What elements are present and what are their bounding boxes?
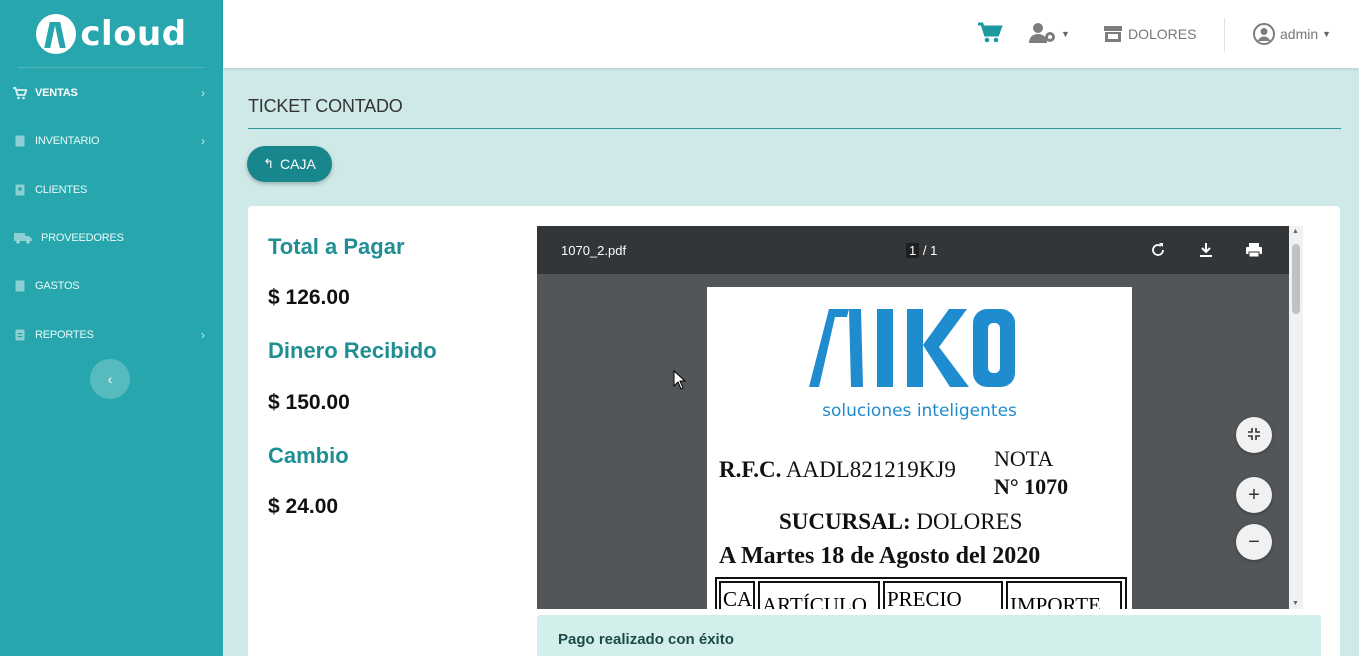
sucursal-label: SUCURSAL:	[779, 509, 911, 534]
fit-page-button[interactable]	[1236, 417, 1272, 453]
pdf-page: soluciones inteligentes R.F.C. AADL82121…	[707, 287, 1132, 609]
branch-selector[interactable]: DOLORES	[1103, 0, 1196, 68]
top-navbar: ▼ DOLORES admin ▼	[223, 0, 1359, 68]
truck-icon	[13, 232, 33, 245]
sidebar-collapse-button[interactable]: ‹	[90, 359, 130, 399]
received-value: $ 150.00	[268, 391, 350, 414]
scroll-up-icon[interactable]: ▲	[1292, 228, 1299, 235]
table-header-cell: ARTÍCULO	[758, 581, 880, 609]
sidebar-item-inventario[interactable]: INVENTARIO ›	[0, 117, 223, 165]
plus-icon: +	[1248, 483, 1260, 506]
sidebar-item-label: CLIENTES	[35, 183, 88, 196]
nota-label: NOTA	[994, 446, 1054, 471]
branch-label: DOLORES	[1128, 26, 1197, 42]
user-circle-icon	[1253, 23, 1275, 45]
sidebar-item-proveedores[interactable]: PROVEEDORES	[0, 214, 223, 262]
aiko-subtitle: soluciones inteligentes	[822, 401, 1017, 421]
pdf-viewer[interactable]: 1070_2.pdf 1 / 1 soluciones inteligentes…	[537, 226, 1303, 609]
chevron-down-icon: ▼	[1322, 29, 1332, 39]
sidebar-menu: VENTAS › INVENTARIO › CLIENTES PROVEEDOR…	[0, 69, 223, 359]
table-header-cell: IMPORTE	[1006, 581, 1122, 609]
table-header-cell: PRECIO	[883, 581, 1003, 609]
sidebar-item-label: REPORTES	[35, 328, 94, 341]
alert-message: Pago realizado con éxito	[558, 631, 734, 648]
change-value: $ 24.00	[268, 495, 339, 518]
chevron-right-icon: ›	[201, 86, 205, 101]
store-icon	[1103, 25, 1123, 43]
rfc-label: R.F.C.	[719, 457, 782, 482]
logo-icon	[36, 13, 77, 54]
mouse-cursor-icon	[673, 369, 687, 395]
scroll-thumb[interactable]	[1292, 244, 1300, 314]
sidebar-item-label: VENTAS	[35, 87, 78, 100]
download-icon[interactable]	[1196, 240, 1216, 260]
cart-icon	[13, 86, 27, 100]
zoom-out-button[interactable]: −	[1236, 524, 1272, 560]
title-divider	[248, 128, 1341, 129]
pdf-scrollbar[interactable]: ▲ ▼	[1289, 226, 1303, 609]
username: admin	[1280, 26, 1319, 42]
sucursal-value: DOLORES	[916, 509, 1023, 534]
cart-button[interactable]	[977, 0, 1003, 68]
rfc-value: AADL821219KJ9	[785, 457, 956, 482]
chevron-right-icon: ›	[201, 134, 205, 149]
aiko-logo	[809, 309, 1015, 387]
chevron-right-icon: ›	[201, 327, 205, 342]
app-logo[interactable]: cloud	[18, 0, 205, 68]
logo-text: cloud	[80, 13, 187, 54]
sidebar-item-clientes[interactable]: CLIENTES	[0, 166, 223, 214]
reply-arrow-icon: ↰	[263, 156, 275, 171]
users-menu[interactable]: ▼	[1029, 0, 1070, 68]
pdf-page-separator: /	[919, 243, 931, 258]
pdf-file-name: 1070_2.pdf	[561, 243, 627, 258]
sidebar-item-label: GASTOS	[35, 280, 80, 293]
user-cog-icon	[1029, 22, 1057, 47]
sidebar-item-label: INVENTARIO	[35, 135, 100, 148]
sucursal-line: SUCURSAL: DOLORES	[779, 509, 1022, 535]
rotate-icon[interactable]	[1148, 240, 1168, 260]
total-label: Total a Pagar	[268, 234, 405, 259]
back-button-label: CAJA	[280, 156, 316, 172]
print-icon[interactable]	[1244, 240, 1264, 260]
user-menu[interactable]: admin ▼	[1253, 0, 1331, 68]
sidebar-item-gastos[interactable]: GASTOS	[0, 262, 223, 310]
nota-number: N° 1070	[994, 474, 1069, 499]
sidebar-item-label: PROVEEDORES	[41, 232, 124, 245]
rfc-line: R.F.C. AADL821219KJ9	[719, 457, 956, 483]
report-icon	[13, 328, 27, 341]
document-icon	[13, 135, 27, 148]
zoom-in-button[interactable]: +	[1236, 477, 1272, 513]
pdf-page-total: 1	[930, 243, 938, 258]
pdf-page-current[interactable]: 1	[906, 243, 920, 258]
ticket-card: Total a Pagar $ 126.00 Dinero Recibido $…	[248, 206, 1340, 656]
scroll-down-icon[interactable]: ▼	[1292, 600, 1299, 607]
sidebar-item-reportes[interactable]: REPORTES ›	[0, 310, 223, 358]
pdf-toolbar: 1070_2.pdf 1 / 1	[537, 226, 1303, 274]
contact-card-icon	[13, 183, 27, 196]
total-value: $ 126.00	[268, 286, 350, 309]
navbar-divider	[1224, 18, 1225, 52]
chevron-left-icon: ‹	[107, 371, 113, 387]
cart-icon	[977, 22, 1003, 47]
received-label: Dinero Recibido	[268, 338, 437, 363]
back-to-caja-button[interactable]: ↰ CAJA	[247, 146, 332, 182]
success-alert: Pago realizado con éxito	[537, 615, 1321, 656]
chevron-down-icon: ▼	[1061, 29, 1070, 39]
minus-icon: −	[1248, 530, 1260, 553]
page-title: TICKET CONTADO	[248, 96, 403, 116]
sidebar: cloud VENTAS › INVENTARIO › CLIENTES PRO…	[0, 0, 223, 656]
sidebar-item-ventas[interactable]: VENTAS ›	[0, 69, 223, 117]
fit-page-icon	[1247, 424, 1261, 447]
nota-block: NOTA N° 1070	[994, 445, 1068, 501]
document-icon	[13, 280, 27, 293]
change-label: Cambio	[268, 443, 349, 468]
date-line: A Martes 18 de Agosto del 2020	[719, 543, 1041, 569]
table-header-cell: CA	[719, 581, 755, 609]
items-table-header: CA ARTÍCULO PRECIO IMPORTE	[715, 577, 1127, 609]
pdf-page-indicator: 1 / 1	[906, 243, 937, 258]
